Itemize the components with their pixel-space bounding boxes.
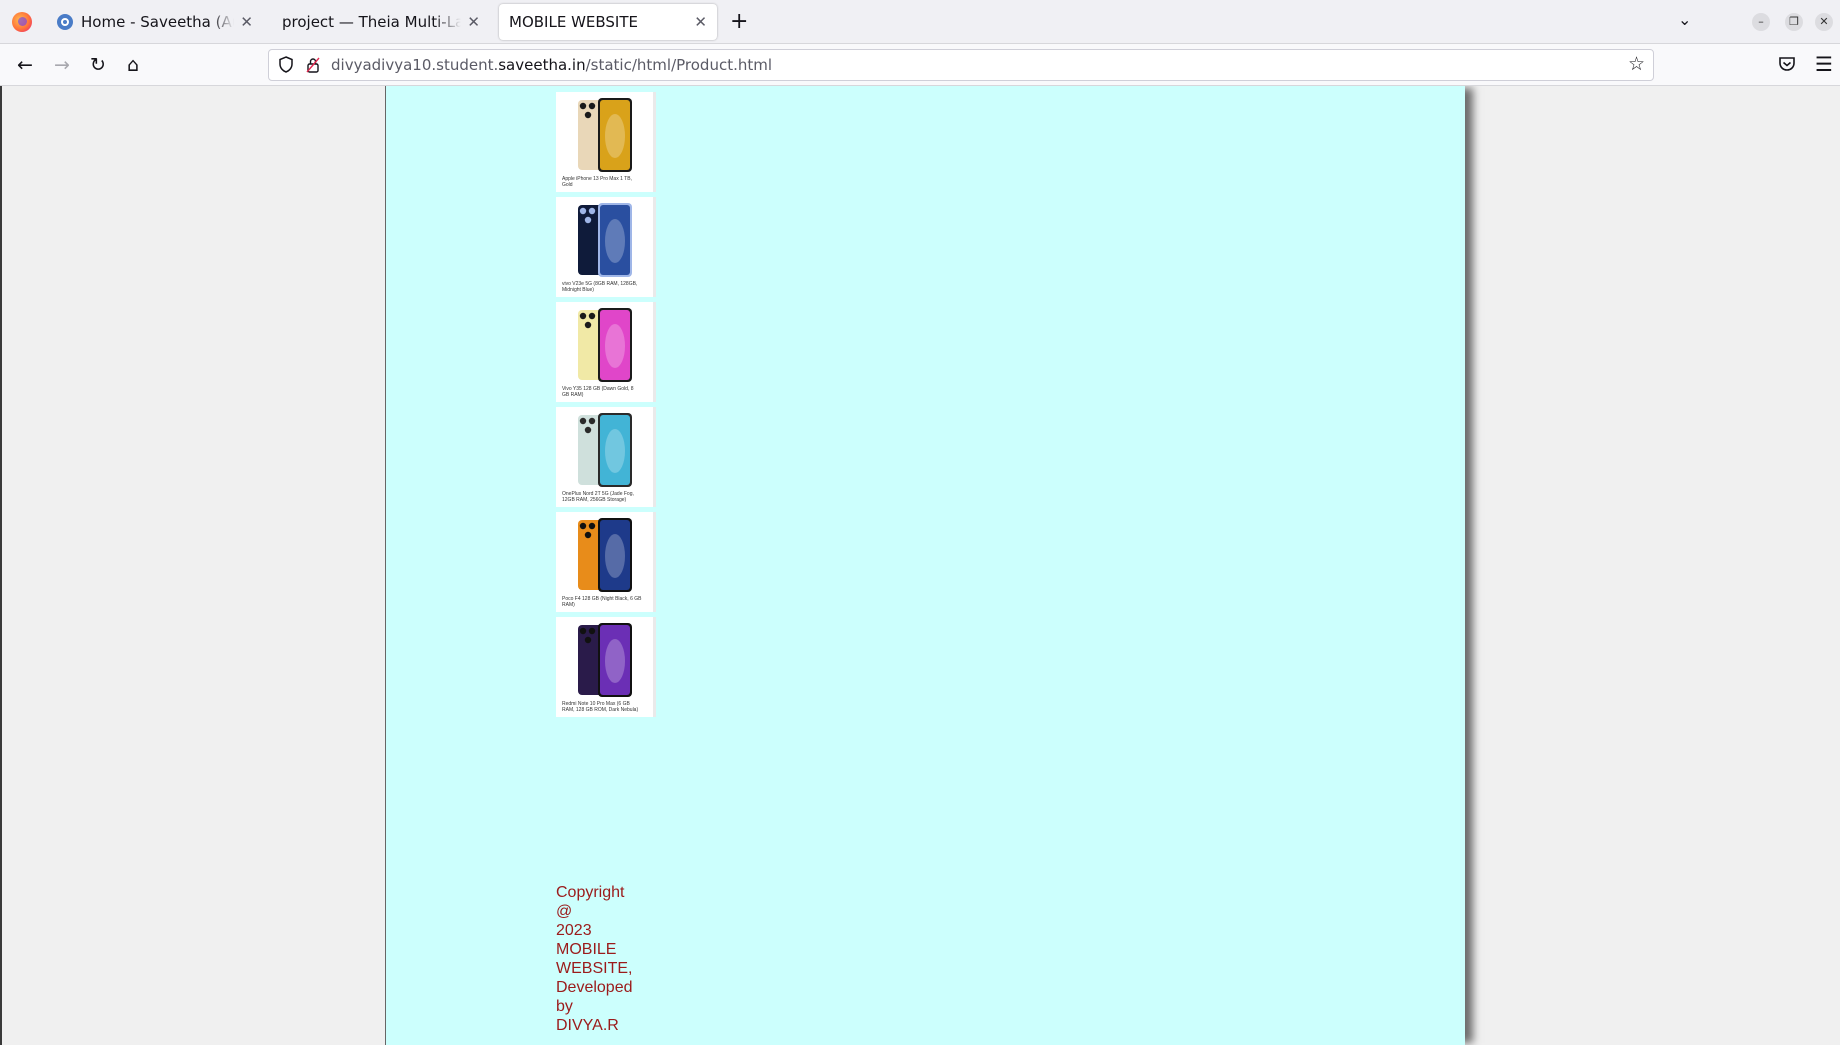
page-viewport: Apple iPhone 13 Pro Max 1 TB, Gold vivo V… xyxy=(0,86,1840,1045)
forward-arrow-icon[interactable]: → xyxy=(49,52,75,78)
url-text: divyadivya10.student.saveetha.in/static/… xyxy=(331,56,773,74)
product-list: Apple iPhone 13 Pro Max 1 TB, Gold vivo V… xyxy=(556,92,656,722)
hamburger-menu-icon[interactable]: ☰ xyxy=(1815,52,1833,76)
back-arrow-icon[interactable]: ← xyxy=(12,52,38,78)
footer-line: 2023 xyxy=(556,922,592,939)
footer-line: @ xyxy=(556,903,573,920)
phone-image[interactable] xyxy=(568,306,644,384)
close-tab-icon[interactable]: ✕ xyxy=(240,13,253,31)
product-card[interactable]: Poco F4 128 GB (Night Black, 6 GB RAM) xyxy=(556,512,656,612)
copyright-footer: Copyright @2023 MOBILE WEBSITE, Developed by D… xyxy=(556,883,646,1035)
tab-title: Home - Saveetha (Autonomous) xyxy=(81,13,234,31)
phone-image[interactable] xyxy=(568,201,644,279)
product-card[interactable]: vivo V23e 5G (8GB RAM, 128GB, Midnight B… xyxy=(556,197,656,297)
address-bar[interactable]: divyadivya10.student.saveetha.in/static/… xyxy=(268,49,1654,81)
product-caption[interactable]: Poco F4 128 GB (Night Black, 6 GB RAM) xyxy=(562,596,642,608)
card-edge xyxy=(653,617,656,717)
card-edge xyxy=(653,512,656,612)
phone-image[interactable] xyxy=(568,621,644,699)
footer-line: WEBSITE, xyxy=(556,960,633,977)
card-edge xyxy=(653,197,656,297)
footer-line: MOBILE xyxy=(556,941,617,958)
footer-line: Developed xyxy=(556,979,633,996)
product-caption[interactable]: Vivo Y35 128 GB (Dawn Gold, 8 GB RAM) xyxy=(562,386,642,398)
phone-image[interactable] xyxy=(568,411,644,489)
card-edge xyxy=(653,92,656,192)
product-card[interactable]: Apple iPhone 13 Pro Max 1 TB, Gold xyxy=(556,92,656,192)
close-tab-icon[interactable]: ✕ xyxy=(694,13,707,31)
close-tab-icon[interactable]: ✕ xyxy=(467,13,480,31)
saveetha-favicon-icon xyxy=(57,14,73,30)
footer-line: by xyxy=(556,998,573,1015)
restore-window-icon[interactable]: ❐ xyxy=(1785,13,1803,31)
pocket-icon[interactable] xyxy=(1778,55,1796,73)
list-all-tabs-chevron-icon[interactable]: ⌄ xyxy=(1678,10,1691,29)
tab-project-theia[interactable]: project — Theia Multi-Language Example ✕ xyxy=(272,4,490,40)
product-caption[interactable]: OnePlus Nord 2T 5G (Jade Fog, 12GB RAM, … xyxy=(562,491,642,503)
navigation-toolbar: ← → ↻ ⌂ divyadivya10.student.saveetha.in… xyxy=(0,44,1840,86)
page-body: Apple iPhone 13 Pro Max 1 TB, Gold vivo V… xyxy=(385,86,1465,1045)
tab-home-saveetha[interactable]: Home - Saveetha (Autonomous) ✕ xyxy=(47,4,263,40)
insecure-lock-icon[interactable] xyxy=(306,57,320,73)
footer-line: DIVYA.R xyxy=(556,1017,619,1034)
close-window-icon[interactable]: ✕ xyxy=(1815,13,1833,31)
footer-line: Copyright xyxy=(556,884,625,901)
product-card[interactable]: Vivo Y35 128 GB (Dawn Gold, 8 GB RAM) xyxy=(556,302,656,402)
tab-strip: Home - Saveetha (Autonomous) ✕ project —… xyxy=(0,0,1840,44)
reload-icon[interactable]: ↻ xyxy=(85,52,111,78)
product-caption[interactable]: Redmi Note 10 Pro Max (6 GB RAM, 128 GB … xyxy=(562,701,642,713)
new-tab-plus-icon[interactable]: + xyxy=(730,10,748,34)
phone-image[interactable] xyxy=(568,96,644,174)
product-card[interactable]: OnePlus Nord 2T 5G (Jade Fog, 12GB RAM, … xyxy=(556,407,656,507)
home-icon[interactable]: ⌂ xyxy=(120,52,146,78)
product-card[interactable]: Redmi Note 10 Pro Max (6 GB RAM, 128 GB … xyxy=(556,617,656,717)
product-caption[interactable]: Apple iPhone 13 Pro Max 1 TB, Gold xyxy=(562,176,642,188)
tracking-protection-shield-icon[interactable] xyxy=(279,56,293,73)
product-caption[interactable]: vivo V23e 5G (8GB RAM, 128GB, Midnight B… xyxy=(562,281,642,293)
window-left-edge xyxy=(0,86,2,1045)
firefox-logo-icon xyxy=(12,12,32,32)
card-edge xyxy=(653,302,656,402)
bookmark-star-icon[interactable]: ☆ xyxy=(1628,53,1645,75)
tab-title: project — Theia Multi-Language Example xyxy=(282,13,462,31)
tab-mobile-website[interactable]: MOBILE WEBSITE ✕ xyxy=(499,4,717,40)
phone-image[interactable] xyxy=(568,516,644,594)
card-edge xyxy=(653,407,656,507)
tab-title: MOBILE WEBSITE xyxy=(509,13,638,31)
minimize-window-icon[interactable]: – xyxy=(1752,13,1770,31)
